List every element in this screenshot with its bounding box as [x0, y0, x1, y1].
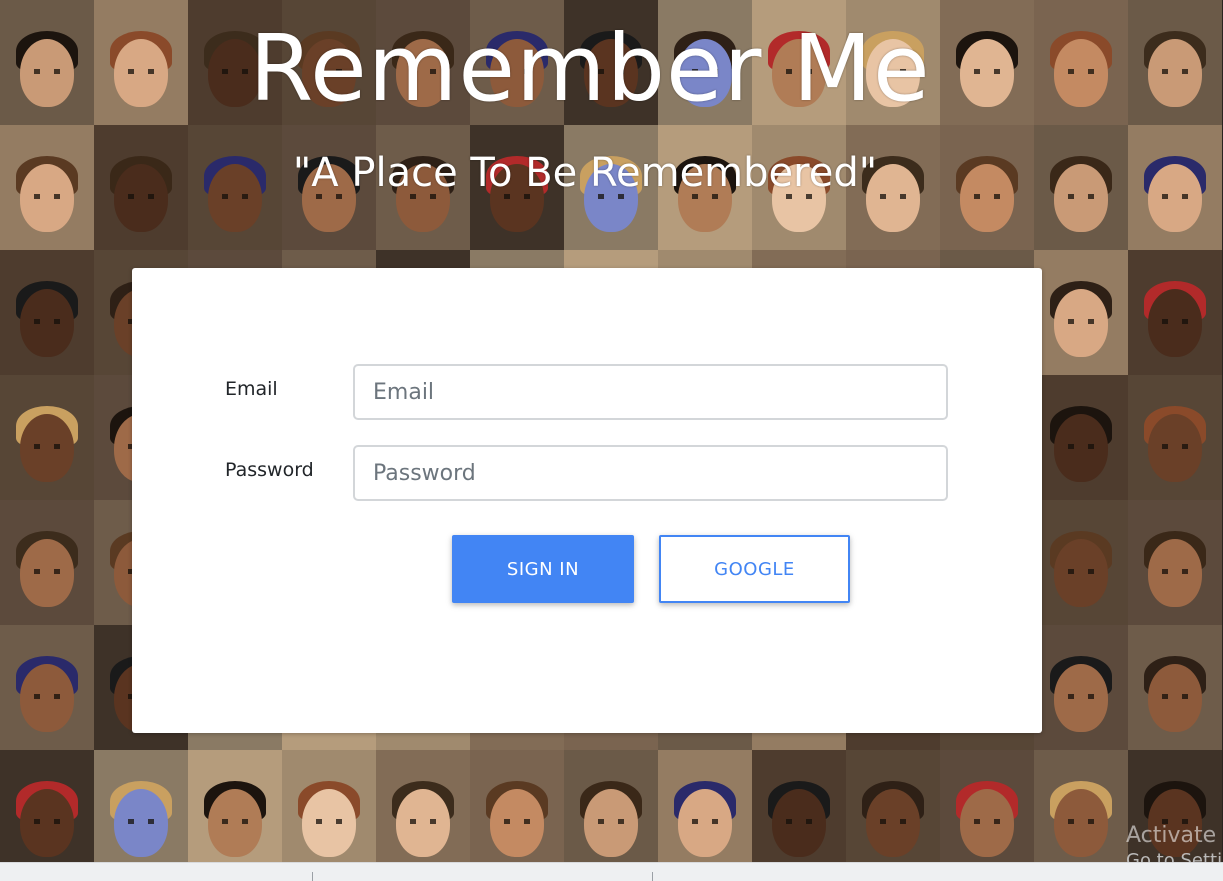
portrait-tile: [1128, 250, 1222, 375]
login-page: Remember Me "A Place To Be Remembered" E…: [0, 0, 1223, 881]
portrait-tile: [846, 750, 940, 875]
portrait-tile: [0, 500, 94, 625]
watermark-line-1: Activate Windows: [1126, 823, 1223, 848]
taskbar-divider: [312, 872, 313, 881]
password-label: Password: [225, 459, 314, 481]
taskbar-divider: [652, 872, 653, 881]
portrait-tile: [0, 375, 94, 500]
password-input[interactable]: [353, 445, 948, 501]
portrait-tile: [1128, 625, 1222, 750]
email-row: Email: [132, 364, 1042, 420]
google-sign-in-button[interactable]: GOOGLE: [659, 535, 850, 603]
portrait-tile: [658, 750, 752, 875]
email-input[interactable]: [353, 364, 948, 420]
taskbar: [0, 862, 1223, 881]
portrait-tile: [1034, 750, 1128, 875]
portrait-tile: [376, 750, 470, 875]
portrait-tile: [0, 750, 94, 875]
portrait-tile: [188, 750, 282, 875]
portrait-tile: [1034, 375, 1128, 500]
portrait-tile: [282, 750, 376, 875]
portrait-tile: [940, 750, 1034, 875]
portrait-tile: [564, 750, 658, 875]
app-title: Remember Me: [249, 15, 931, 122]
email-label: Email: [225, 378, 278, 400]
portrait-tile: [1034, 250, 1128, 375]
portrait-tile: [94, 750, 188, 875]
portrait-tile: [0, 625, 94, 750]
app-subtitle: "A Place To Be Remembered": [292, 150, 878, 196]
portrait-tile: [470, 750, 564, 875]
portrait-tile: [1034, 500, 1128, 625]
portrait-tile: [1034, 625, 1128, 750]
password-row: Password: [132, 445, 1042, 501]
sign-in-button[interactable]: SIGN IN: [452, 535, 634, 603]
portrait-tile: [0, 250, 94, 375]
portrait-tile: [1128, 375, 1222, 500]
portrait-tile: [1128, 500, 1222, 625]
portrait-tile: [752, 750, 846, 875]
login-card: Email Password SIGN IN GOOGLE: [132, 268, 1042, 733]
